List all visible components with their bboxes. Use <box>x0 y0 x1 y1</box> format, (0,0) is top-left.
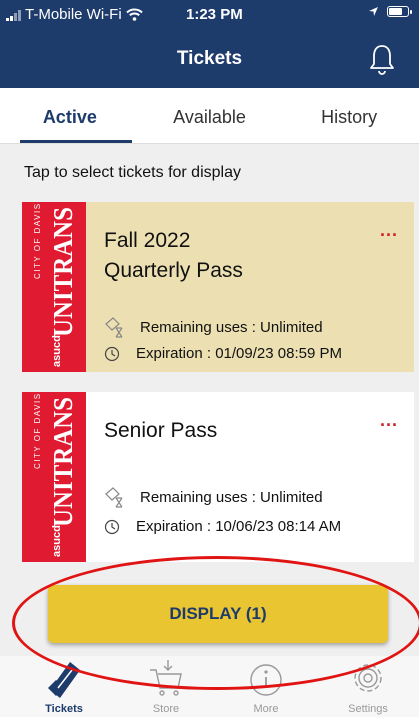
logo-brand-text: UNITRANS <box>48 397 78 527</box>
ticket-name: Senior Pass <box>104 416 217 446</box>
logo-brand-text: UNITRANS <box>48 207 78 337</box>
remaining-uses-text: Remaining uses : Unlimited <box>140 488 323 506</box>
status-right <box>368 6 412 17</box>
logo-prefix-text: asucd <box>51 335 63 367</box>
gear-icon <box>354 664 382 692</box>
status-left: T-Mobile Wi-Fi <box>6 6 143 23</box>
display-button-wrap: DISPLAY (1) <box>48 585 388 643</box>
ticket-card-fall-2022[interactable]: CITY OF DAVIS asucd UNITRANS Fall 2022 Q… <box>22 202 414 372</box>
ticket-name-line2: Quarterly Pass <box>104 259 243 282</box>
signal-icon <box>6 9 21 21</box>
ticket-more-menu[interactable]: ... <box>380 410 398 431</box>
expiration-text: Expiration : 10/06/23 08:14 AM <box>136 518 342 535</box>
carrier-label: T-Mobile Wi-Fi <box>25 6 122 23</box>
nav-bar: Tickets <box>0 30 419 88</box>
logo-city-text: CITY OF DAVIS <box>33 202 42 279</box>
expiration-row: Expiration : 10/06/23 08:14 AM <box>104 518 341 535</box>
tabbar-store[interactable]: Store <box>126 656 206 717</box>
expiration-text: Expiration : 01/09/23 08:59 PM <box>136 345 342 362</box>
tabbar-label: Tickets <box>45 703 83 715</box>
unitrans-logo: CITY OF DAVIS asucd UNITRANS <box>22 202 86 372</box>
remaining-uses-text: Remaining uses : Unlimited <box>140 318 323 336</box>
display-button[interactable]: DISPLAY (1) <box>48 585 388 643</box>
expiration-row: Expiration : 01/09/23 08:59 PM <box>104 345 342 362</box>
cart-icon <box>150 660 182 696</box>
logo-prefix-text: asucd <box>51 525 63 557</box>
hourglass-ticket-icon <box>105 317 123 338</box>
battery-icon <box>387 6 412 17</box>
remaining-uses-row: Remaining uses : Unlimited <box>104 316 323 338</box>
tabbar-settings[interactable]: Settings <box>328 656 408 717</box>
tab-history[interactable]: History <box>279 88 419 143</box>
remaining-uses-row: Remaining uses : Unlimited <box>104 486 323 508</box>
tab-active[interactable]: Active <box>0 88 140 143</box>
unitrans-logo: CITY OF DAVIS asucd UNITRANS <box>22 392 86 562</box>
logo-city-text: CITY OF DAVIS <box>33 392 42 469</box>
ticket-icon <box>48 662 80 698</box>
clock-icon <box>104 519 120 534</box>
tabbar-more[interactable]: More <box>226 656 306 717</box>
ticket-tabs: Active Available History <box>0 88 419 144</box>
status-bar: T-Mobile Wi-Fi 1:23 PM <box>0 0 419 30</box>
tab-available[interactable]: Available <box>140 88 280 143</box>
ticket-name-line1: Senior Pass <box>104 419 218 442</box>
tabbar-label: Store <box>152 703 180 715</box>
notifications-bell-icon[interactable] <box>367 42 397 76</box>
ticket-name-line1: Fall 2022 <box>104 229 191 252</box>
selection-hint: Tap to select tickets for display <box>24 164 241 181</box>
ticket-name: Fall 2022 Quarterly Pass <box>104 226 243 286</box>
status-time: 1:23 PM <box>186 6 243 23</box>
bottom-tab-bar: Tickets Store More Settings <box>0 656 419 717</box>
wifi-icon <box>125 8 143 21</box>
ticket-card-senior-pass[interactable]: CITY OF DAVIS asucd UNITRANS Senior Pass… <box>22 392 414 562</box>
clock-icon <box>104 346 120 361</box>
ticket-more-menu[interactable]: ... <box>380 220 398 241</box>
hourglass-ticket-icon <box>105 487 123 508</box>
tabbar-label: More <box>253 703 279 715</box>
tabbar-tickets[interactable]: Tickets <box>24 656 104 717</box>
page-title: Tickets <box>176 48 243 69</box>
info-icon <box>250 664 282 696</box>
tabbar-label: Settings <box>348 703 388 715</box>
location-icon <box>369 7 378 16</box>
